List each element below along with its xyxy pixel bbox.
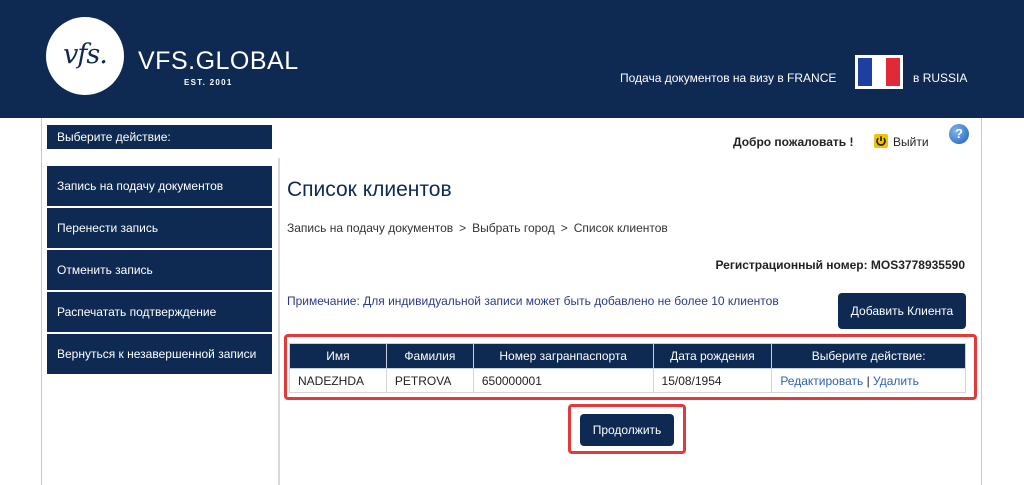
table-row: NADEZHDA PETROVA 650000001 15/08/1954 Ре… bbox=[289, 368, 966, 393]
cell-passport: 650000001 bbox=[472, 368, 654, 393]
breadcrumb-separator: > bbox=[560, 221, 568, 235]
breadcrumb-item-city[interactable]: Выбрать город bbox=[472, 221, 555, 235]
cell-actions: Редактировать | Удалить bbox=[771, 368, 966, 393]
sidebar-item-resume-incomplete[interactable]: Вернуться к незавершенной записи bbox=[47, 334, 272, 374]
sidebar-item-book-appointment[interactable]: Запись на подачу документов bbox=[47, 166, 272, 206]
breadcrumb: Запись на подачу документов > Выбрать горо… bbox=[287, 221, 668, 235]
delete-link[interactable]: Удалить bbox=[873, 374, 919, 388]
cell-last-name: PETROVA bbox=[385, 368, 474, 393]
help-icon[interactable]: ? bbox=[949, 124, 969, 144]
clients-limit-note: Примечание: Для индивидуальной записи мо… bbox=[287, 294, 779, 308]
cell-birth-date: 15/08/1954 bbox=[652, 368, 773, 393]
flag-stripe-white bbox=[872, 58, 886, 86]
breadcrumb-separator: > bbox=[459, 221, 467, 235]
sidebar-menu: Запись на подачу документов Перенести за… bbox=[47, 166, 272, 376]
continue-button[interactable]: Продолжить bbox=[580, 414, 674, 446]
breadcrumb-item-clients: Список клиентов bbox=[573, 221, 668, 235]
flag-stripe-blue bbox=[858, 58, 872, 86]
column-header-action: Выберите действие: bbox=[771, 343, 966, 369]
welcome-text: Добро пожаловать ! bbox=[733, 135, 854, 149]
logo-mark: vfs. bbox=[63, 39, 108, 70]
france-flag-icon bbox=[855, 55, 903, 89]
frame-border-right bbox=[981, 118, 982, 485]
edit-link[interactable]: Редактировать bbox=[780, 374, 863, 388]
column-header-last-name: Фамилия bbox=[385, 343, 474, 369]
registration-number: Регистрационный номер: MOS3778935590 bbox=[715, 258, 965, 272]
sidebar-item-reschedule[interactable]: Перенести запись bbox=[47, 208, 272, 248]
action-divider: | bbox=[866, 373, 870, 388]
vfs-logo[interactable]: vfs. bbox=[46, 17, 124, 95]
page-title: Список клиентов bbox=[287, 178, 452, 201]
column-header-first-name: Имя bbox=[289, 343, 387, 369]
power-icon[interactable] bbox=[874, 134, 888, 148]
residence-country-text: в RUSSIA bbox=[913, 71, 968, 85]
cell-first-name: NADEZHDA bbox=[289, 368, 387, 393]
sidebar-item-print-confirmation[interactable]: Распечатать подтверждение bbox=[47, 292, 272, 332]
logout-link[interactable]: Выйти bbox=[893, 135, 929, 149]
sidebar-item-cancel[interactable]: Отменить запись bbox=[47, 250, 272, 290]
add-client-button[interactable]: Добавить Клиента bbox=[838, 293, 966, 329]
site-header: vfs. VFS.GLOBAL EST. 2001 Подача докумен… bbox=[0, 0, 1024, 118]
column-header-passport: Номер загранпаспорта bbox=[472, 343, 654, 369]
brand-established: EST. 2001 bbox=[184, 78, 233, 87]
brand-name: VFS.GLOBAL bbox=[138, 47, 299, 75]
frame-border-left bbox=[41, 118, 42, 485]
sidebar-title: Выберите действие: bbox=[47, 125, 272, 149]
table-header-row: Имя Фамилия Номер загранпаспорта Дата ро… bbox=[289, 343, 966, 369]
visa-country-text: Подача документов на визу в FRANCE bbox=[620, 71, 837, 85]
breadcrumb-item-appointment[interactable]: Запись на подачу документов bbox=[287, 221, 453, 235]
sidebar-divider bbox=[278, 158, 280, 485]
column-header-birth-date: Дата рождения bbox=[652, 343, 773, 369]
flag-stripe-red bbox=[886, 58, 900, 86]
clients-table: Имя Фамилия Номер загранпаспорта Дата ро… bbox=[289, 343, 966, 393]
